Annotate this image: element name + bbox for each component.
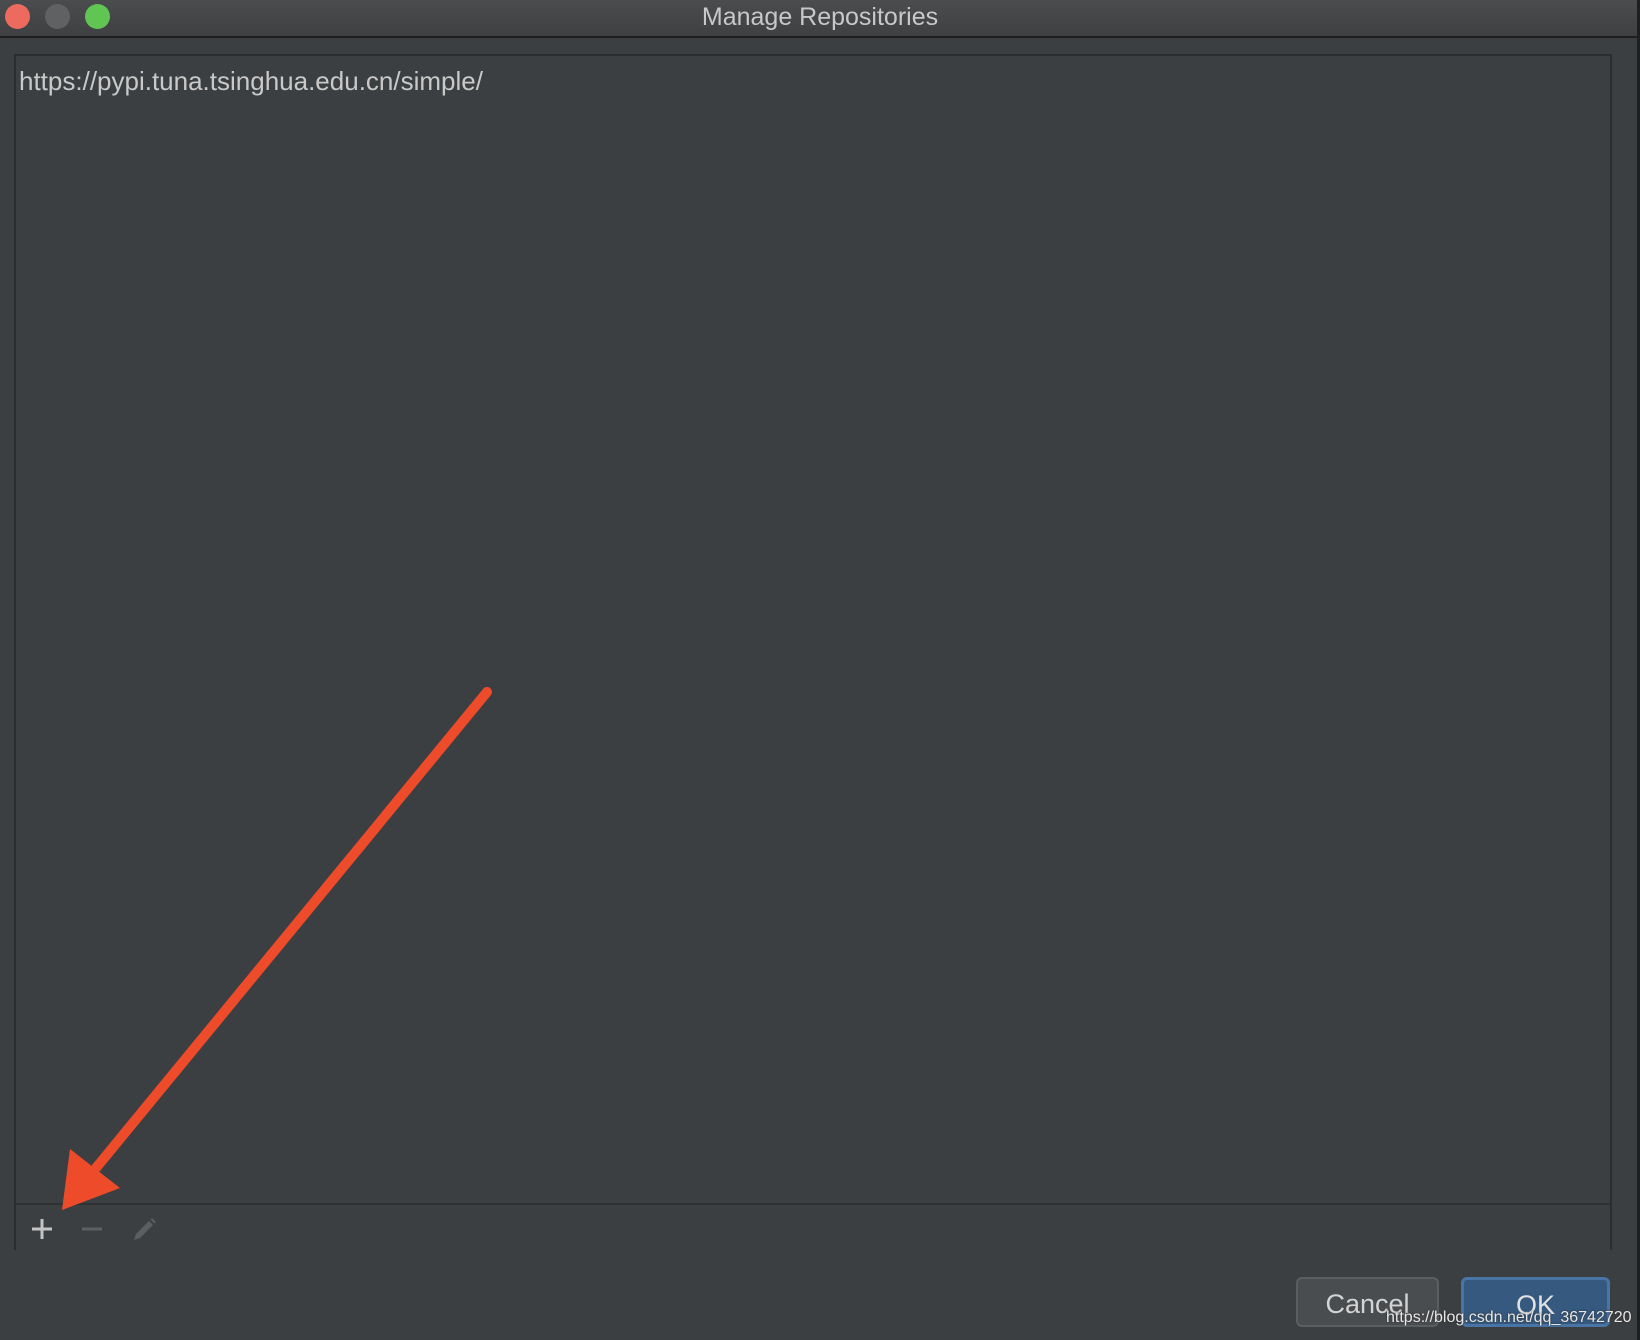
window-title: Manage Repositories xyxy=(701,3,939,31)
list-toolbar xyxy=(16,1203,1610,1250)
watermark: https://blog.csdn.net/qq_36742720 xyxy=(1386,1309,1632,1326)
minus-icon xyxy=(82,1227,102,1231)
title-bar: Manage Repositories xyxy=(0,0,1640,38)
manage-repositories-dialog: Manage Repositories https://pypi.tuna.ts… xyxy=(0,0,1640,1340)
repositories-panel: https://pypi.tuna.tsinghua.edu.cn/simple… xyxy=(14,54,1612,1250)
repository-list-item[interactable]: https://pypi.tuna.tsinghua.edu.cn/simple… xyxy=(19,66,483,97)
pencil-icon xyxy=(134,1218,156,1240)
add-repository-button[interactable] xyxy=(24,1211,60,1247)
plus-icon xyxy=(32,1219,52,1239)
repository-list[interactable]: https://pypi.tuna.tsinghua.edu.cn/simple… xyxy=(16,56,1610,1203)
remove-repository-button[interactable] xyxy=(74,1211,110,1247)
edit-repository-button[interactable] xyxy=(126,1211,162,1247)
